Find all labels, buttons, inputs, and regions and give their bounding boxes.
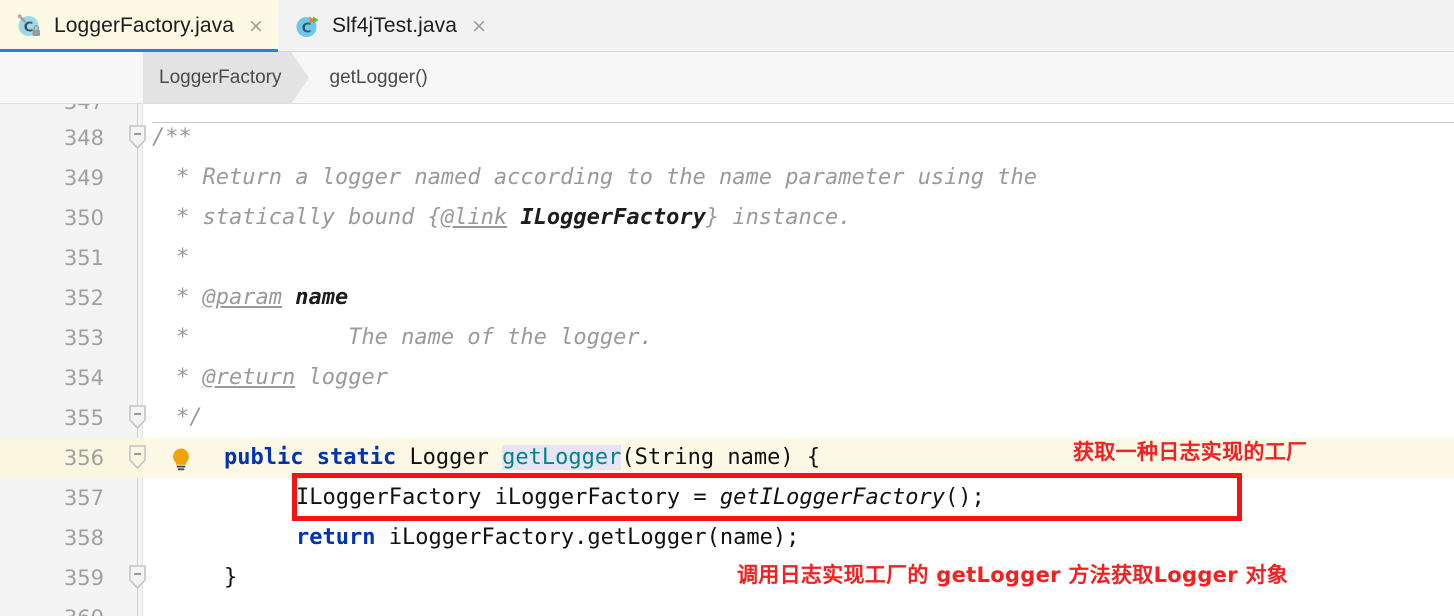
code-line-351[interactable]: 351 * <box>0 238 1454 278</box>
java-class-runnable-icon: C <box>294 13 320 39</box>
code-token-signature: (String name) { <box>621 445 821 470</box>
code-token-comment: * <box>176 245 190 270</box>
fold-collapse-icon[interactable] <box>127 404 148 430</box>
annotation-note-top: 获取一种日志实现的工厂 <box>1073 440 1308 464</box>
code-line-350[interactable]: 350 * statically bound {@link ILoggerFac… <box>0 198 1454 238</box>
code-token-brace: } <box>224 565 238 590</box>
code-line-348[interactable]: 348 /** <box>0 118 1454 158</box>
editor-tab-bar: C LoggerFactory.java × C Slf4jTest.java … <box>0 0 1454 53</box>
code-token-type[interactable]: ILoggerFactory <box>296 485 481 510</box>
close-icon[interactable]: × <box>471 16 487 36</box>
line-number: 360 <box>0 598 104 616</box>
svg-text:C: C <box>302 22 312 37</box>
annotation-note-bottom: 调用日志实现工厂的 getLogger 方法获取Logger 对象 <box>737 563 1289 587</box>
close-icon[interactable]: × <box>248 16 264 36</box>
code-token-keyword: return <box>296 525 376 550</box>
code-line-357[interactable]: 357 ILoggerFactory iLoggerFactory = getI… <box>0 478 1454 518</box>
line-number: 349 <box>63 166 104 190</box>
chevron-right-icon <box>290 52 309 104</box>
line-number: 356 <box>63 446 104 470</box>
code-token-comment: * <box>176 365 203 390</box>
code-token-comment-tail: logger <box>295 365 388 390</box>
code-token-expression: iLoggerFactory.getLogger(name); <box>375 525 800 550</box>
lightbulb-icon[interactable] <box>168 446 194 472</box>
fold-collapse-icon[interactable] <box>127 564 148 590</box>
code-token-tail: (); <box>945 485 985 510</box>
svg-text:C: C <box>24 21 34 36</box>
java-class-locked-icon: C <box>16 13 42 39</box>
line-number: 355 <box>63 406 104 430</box>
code-line-349[interactable]: 349 * Return a logger named according to… <box>0 158 1454 198</box>
code-line-360-partial[interactable]: 360 <box>0 598 1454 616</box>
code-line-358[interactable]: 358 return iLoggerFactory.getLogger(name… <box>0 518 1454 558</box>
code-token-comment: * statically bound { <box>176 205 441 230</box>
code-token-comment: * The name of the logger. <box>176 325 653 350</box>
breadcrumb: LoggerFactory getLogger() <box>0 52 1454 104</box>
breadcrumb-gutter-spacer <box>0 52 143 103</box>
tab-label: Slf4jTest.java <box>331 14 458 37</box>
code-line-355[interactable]: 355 */ <box>0 398 1454 438</box>
breadcrumb-label: getLogger() <box>329 66 428 88</box>
code-token-static-call[interactable]: getILoggerFactory <box>720 485 945 510</box>
code-line-353[interactable]: 353 * The name of the logger. <box>0 318 1454 358</box>
tab-label: LoggerFactory.java <box>54 14 235 37</box>
code-token-javadoc-param[interactable]: @param <box>203 285 282 310</box>
line-number: 350 <box>63 206 104 230</box>
code-token-comment: * <box>176 285 203 310</box>
line-number: 359 <box>63 566 104 590</box>
code-token-param-name: name <box>295 285 349 310</box>
breadcrumb-label: LoggerFactory <box>159 66 282 88</box>
code-token-linked-type[interactable]: ILoggerFactory <box>520 205 705 230</box>
code-token-comment: */ <box>176 405 203 430</box>
line-number: 358 <box>63 526 104 550</box>
line-number: 352 <box>63 286 104 310</box>
code-token-comment: /** <box>152 125 192 150</box>
breadcrumb-item-class[interactable]: LoggerFactory <box>143 52 309 104</box>
code-token-type[interactable]: Logger <box>409 445 488 470</box>
code-token-javadoc-link[interactable]: @link <box>441 205 507 230</box>
code-line-352[interactable]: 352 * @param name <box>0 278 1454 318</box>
line-number: 353 <box>63 326 104 350</box>
code-token-comment-tail: } instance. <box>705 205 852 230</box>
line-number: 357 <box>63 486 104 510</box>
code-token-method-name[interactable]: getLogger <box>502 445 622 470</box>
code-editor[interactable]: 347 348 /** 349 * Return a logger named … <box>0 104 1454 616</box>
tab-slf4j-test[interactable]: C Slf4jTest.java × <box>278 0 501 52</box>
fold-collapse-icon[interactable] <box>127 124 148 150</box>
line-number: 348 <box>63 126 104 150</box>
tab-logger-factory[interactable]: C LoggerFactory.java × <box>0 0 278 53</box>
code-token-javadoc-return[interactable]: @return <box>203 365 296 390</box>
breadcrumb-item-method[interactable]: getLogger() <box>292 52 438 103</box>
fold-collapse-icon[interactable] <box>127 444 148 470</box>
code-token-variable: iLoggerFactory = <box>481 485 720 510</box>
code-token-comment: * Return a logger named according to the… <box>176 165 1037 190</box>
line-number: 351 <box>63 246 104 270</box>
editor-window: C LoggerFactory.java × C Slf4jTest.java … <box>0 0 1454 616</box>
code-token-keyword: public static <box>224 445 397 470</box>
line-number: 354 <box>63 366 104 390</box>
code-line-354[interactable]: 354 * @return logger <box>0 358 1454 398</box>
